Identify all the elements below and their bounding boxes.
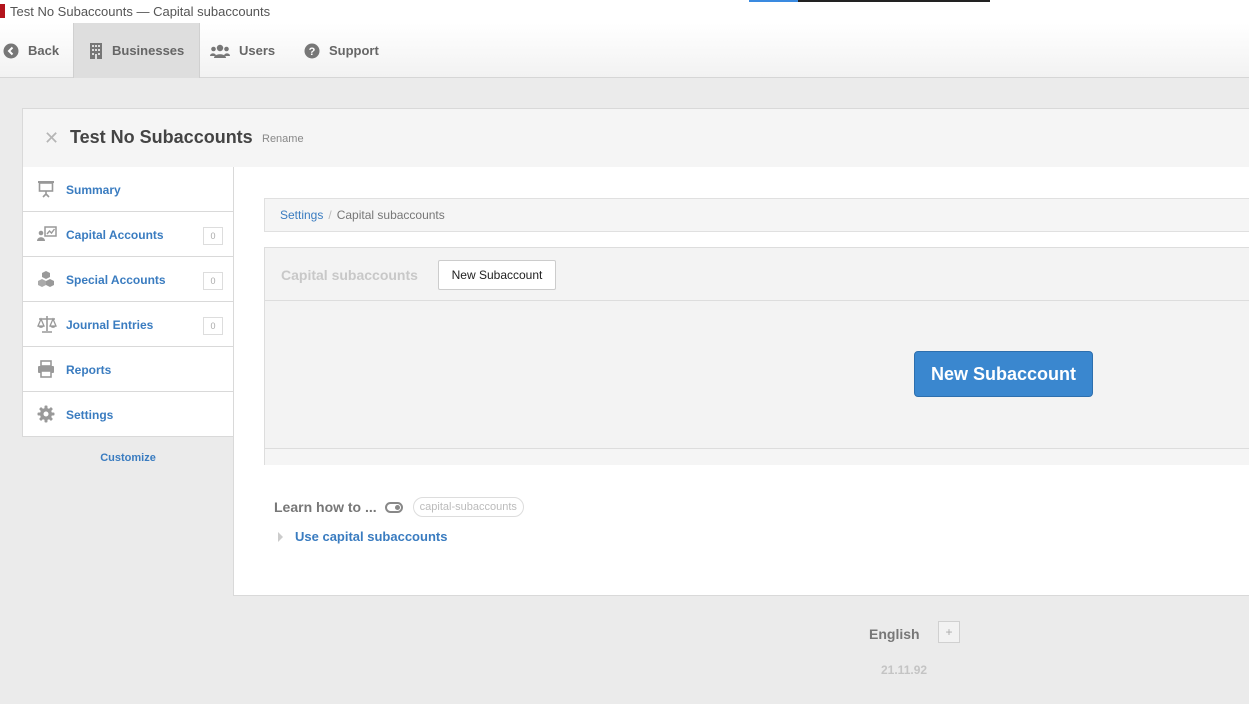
sidebar-item-label: Special Accounts — [66, 273, 166, 287]
sidebar-item-capital-accounts[interactable]: Capital Accounts 0 — [22, 212, 234, 257]
nav-support-label: Support — [329, 43, 379, 58]
loading-bar-track — [798, 0, 990, 2]
learn-toggle[interactable] — [384, 501, 403, 513]
app-icon — [0, 4, 5, 18]
subaccounts-panel-header: Capital subaccounts New Subaccount — [265, 248, 1249, 301]
rename-link[interactable]: Rename — [262, 133, 304, 145]
breadcrumb-settings[interactable]: Settings — [280, 208, 323, 222]
count-badge: 0 — [203, 272, 223, 290]
nav-users[interactable]: Users — [210, 23, 275, 78]
gear-icon — [37, 405, 55, 423]
cubes-icon — [37, 270, 55, 288]
svg-text:?: ? — [309, 46, 316, 58]
breadcrumb-current: Capital subaccounts — [336, 208, 445, 222]
version-label: 21.11.92 — [881, 663, 928, 677]
nav-users-label: Users — [239, 43, 276, 58]
language-selector[interactable]: English — [869, 626, 920, 642]
new-subaccount-primary-button[interactable]: New Subaccount — [914, 351, 1093, 397]
business-sidebar: Summary Capital Accounts 0 Special Accou… — [22, 167, 235, 464]
window-titlebar: Test No Subaccounts — Capital subaccount… — [0, 0, 1249, 23]
nav-back[interactable]: Back — [3, 23, 59, 78]
sidebar-item-label: Summary — [66, 183, 121, 197]
scale-icon — [37, 315, 57, 333]
users-icon — [210, 44, 230, 58]
learn-how-to-label: Learn how to ... — [274, 499, 377, 515]
help-topic-tag: capital-subaccounts — [412, 497, 524, 517]
sidebar-item-summary[interactable]: Summary — [22, 167, 234, 212]
sidebar-item-label: Reports — [66, 363, 112, 377]
business-panel: ✕ Test No Subaccounts Rename Summary Cap… — [22, 108, 1249, 596]
nav-businesses[interactable]: Businesses — [73, 23, 201, 78]
printer-icon — [37, 360, 55, 378]
subaccounts-panel-footer — [265, 449, 1249, 465]
sidebar-item-label: Settings — [66, 408, 114, 422]
loading-bar-progress — [749, 0, 798, 2]
subaccounts-title: Capital subaccounts — [281, 267, 418, 283]
count-badge: 0 — [203, 317, 223, 335]
new-subaccount-button[interactable]: New Subaccount — [438, 260, 556, 290]
business-name: Test No Subaccounts — [70, 127, 253, 147]
subaccounts-empty-state: New Subaccount — [265, 301, 1249, 449]
sidebar-item-journal-entries[interactable]: Journal Entries 0 — [22, 302, 234, 347]
add-language-button[interactable]: + — [938, 621, 960, 643]
window-title: Test No Subaccounts — Capital subaccount… — [10, 4, 271, 19]
learn-how-to: Learn how to ... capital-subaccounts — [274, 497, 524, 517]
sidebar-item-special-accounts[interactable]: Special Accounts 0 — [22, 257, 234, 302]
nav-support[interactable]: ? Support — [304, 23, 379, 78]
question-circle-icon: ? — [304, 43, 320, 59]
top-navigation: Back Businesses Users ? Support — [0, 23, 1249, 78]
arrow-left-circle-icon — [3, 43, 19, 59]
help-topic-expander[interactable]: Use capital subaccounts — [278, 529, 447, 544]
main-content: Settings / Capital subaccounts Capital sub… — [233, 167, 1249, 596]
close-icon[interactable]: ✕ — [44, 129, 59, 147]
breadcrumb-separator: / — [328, 208, 332, 222]
breadcrumb: Settings / Capital subaccounts — [264, 198, 1249, 232]
caret-right-icon — [278, 531, 283, 542]
sidebar-item-reports[interactable]: Reports — [22, 347, 234, 392]
business-header: ✕ Test No Subaccounts Rename — [22, 108, 1249, 168]
capital-accounts-icon — [37, 225, 57, 243]
presentation-icon — [37, 180, 55, 198]
building-icon — [89, 42, 103, 59]
nav-businesses-label: Businesses — [112, 43, 185, 58]
help-topic-link[interactable]: Use capital subaccounts — [295, 529, 447, 544]
customize-link[interactable]: Customize — [22, 452, 234, 464]
sidebar-item-label: Capital Accounts — [66, 228, 164, 242]
count-badge: 0 — [203, 227, 223, 245]
nav-back-label: Back — [28, 43, 60, 58]
sidebar-item-settings[interactable]: Settings — [22, 392, 235, 437]
subaccounts-panel: Capital subaccounts New Subaccount New S… — [264, 247, 1249, 465]
sidebar-item-label: Journal Entries — [66, 318, 154, 332]
